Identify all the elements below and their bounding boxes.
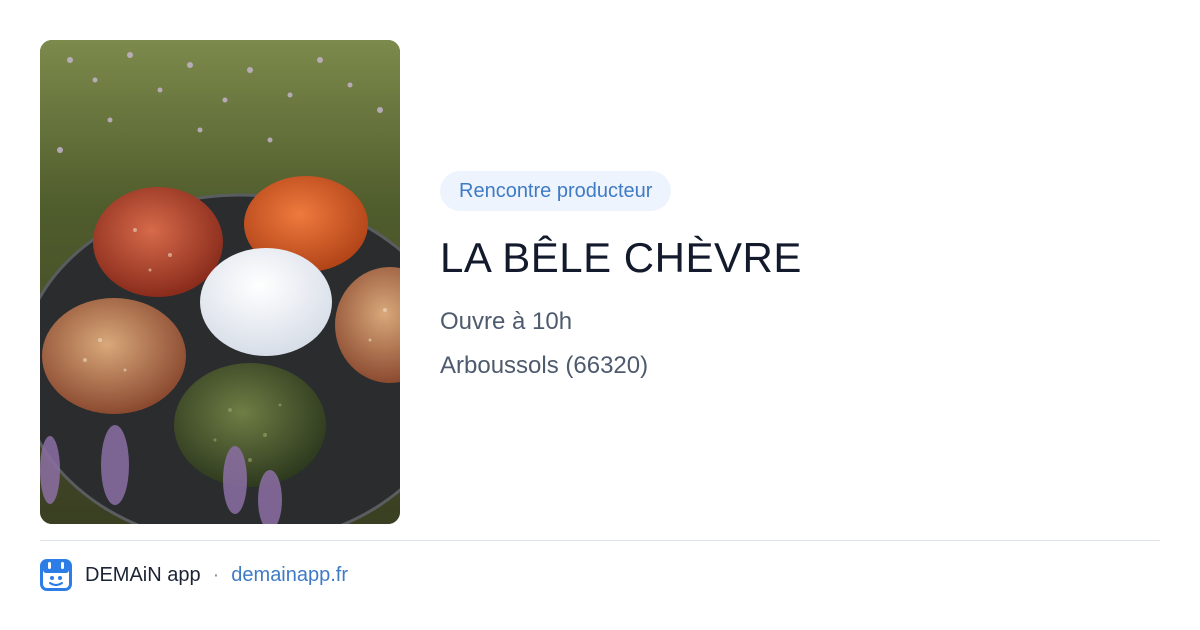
- footer-separator: ·: [212, 563, 220, 586]
- category-badge: Rencontre producteur: [440, 171, 672, 211]
- app-name: DEMAiN app: [85, 563, 201, 586]
- producer-info: Rencontre producteur LA BÊLE CHÈVRE Ouvr…: [440, 171, 1160, 381]
- producer-location: Arboussols (66320): [440, 352, 649, 379]
- producer-name: LA BÊLE CHÈVRE: [440, 234, 802, 281]
- app-website-link[interactable]: demainapp.fr: [231, 564, 348, 587]
- producer-photo: [40, 40, 400, 524]
- opening-hours: Ouvre à 10h: [440, 308, 573, 335]
- footer: DEMAiN app · demainapp.fr: [40, 558, 348, 592]
- footer-divider: [40, 540, 1160, 541]
- share-card: Rencontre producteur LA BÊLE CHÈVRE Ouvr…: [0, 0, 1200, 630]
- demain-app-logo-icon: [40, 559, 72, 591]
